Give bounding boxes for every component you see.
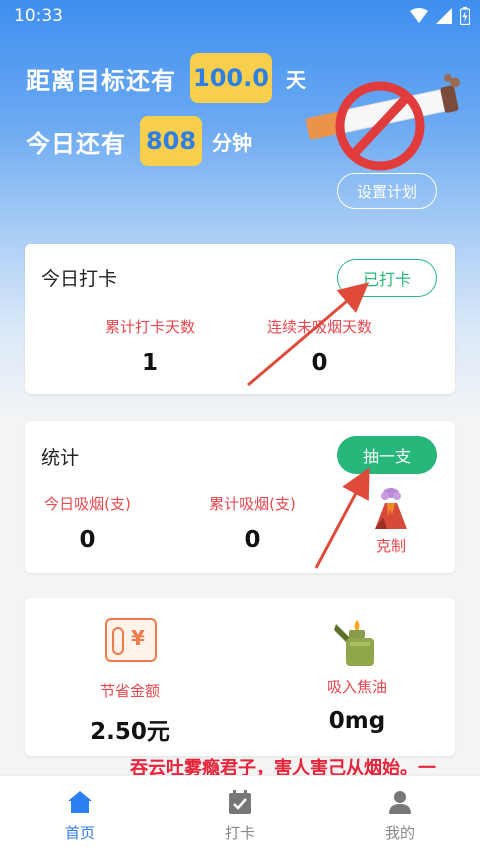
total-checkin-days-label: 累计打卡天数 (104, 318, 195, 336)
restrain-label: 克制 (375, 537, 406, 555)
volcano-icon (375, 488, 407, 529)
today-smoked-value: 0 (79, 527, 96, 553)
target-label: 距离目标还有 (26, 66, 176, 95)
checked-in-button[interactable]: 已打卡 (337, 259, 437, 297)
person-icon (389, 791, 411, 814)
nav-checkin[interactable]: 打卡 (160, 776, 320, 853)
nav-mine[interactable]: 我的 (320, 776, 480, 853)
consecutive-smoke-free-days-value: 0 (311, 350, 328, 376)
today-label: 今日还有 (26, 129, 126, 158)
wifi-icon (410, 8, 428, 23)
battery-icon (460, 7, 470, 25)
checkin-title: 今日打卡 (41, 268, 118, 290)
calendar-check-icon (229, 790, 251, 814)
restrain-button[interactable]: 克制 (365, 487, 417, 557)
lighter-icon (334, 620, 374, 666)
yen-symbol: ¥ (131, 626, 145, 650)
total-smoked-label: 累计吸烟(支) (209, 495, 296, 513)
nav-mine-label: 我的 (384, 824, 415, 842)
no-smoking-icon (305, 73, 461, 171)
today-line: 今日还有 808 分钟 (26, 116, 252, 166)
statistics-title: 统计 (41, 447, 80, 469)
set-plan-button[interactable]: 设置计划 (337, 173, 437, 209)
status-time: 10:33 (14, 6, 63, 26)
home-icon (68, 791, 92, 813)
checkin-card: 今日打卡 已打卡 累计打卡天数 1 连续未吸烟天数 0 (25, 244, 455, 394)
target-line: 距离目标还有 100.0 天 (26, 53, 306, 103)
today-unit: 分钟 (212, 130, 252, 155)
nav-home-label: 首页 (64, 824, 95, 842)
smoke-one-button[interactable]: 抽一支 (337, 436, 437, 474)
nav-checkin-label: 打卡 (224, 824, 255, 842)
slogan-marquee: 吞云吐雾瘾君子，害人害己从烟始。一 (130, 758, 436, 776)
statistics-card: 统计 抽一支 今日吸烟(支) 0 累计吸烟(支) 0 克制 (25, 421, 455, 573)
saved-money-value: 2.50元 (90, 719, 170, 745)
status-bar: 10:33 (0, 0, 480, 34)
total-smoked-value: 0 (244, 527, 261, 553)
bottom-nav: 首页 打卡 我的 (0, 775, 480, 853)
today-smoked-label: 今日吸烟(支) (44, 495, 131, 513)
money-icon: ¥ (105, 618, 157, 662)
saved-money-label: 节省金额 (99, 682, 160, 700)
today-minutes-value: 808 (140, 116, 202, 166)
target-days-value: 100.0 (190, 53, 272, 103)
nav-home[interactable]: 首页 (0, 776, 160, 853)
total-checkin-days-value: 1 (141, 350, 158, 376)
tar-inhaled-label: 吸入焦油 (326, 678, 387, 696)
tar-inhaled-value: 0mg (328, 708, 386, 734)
signal-icon (436, 8, 452, 24)
savings-card: ¥ 节省金额 2.50元 吸入焦油 0mg (25, 598, 455, 756)
consecutive-smoke-free-days-label: 连续未吸烟天数 (266, 318, 372, 336)
